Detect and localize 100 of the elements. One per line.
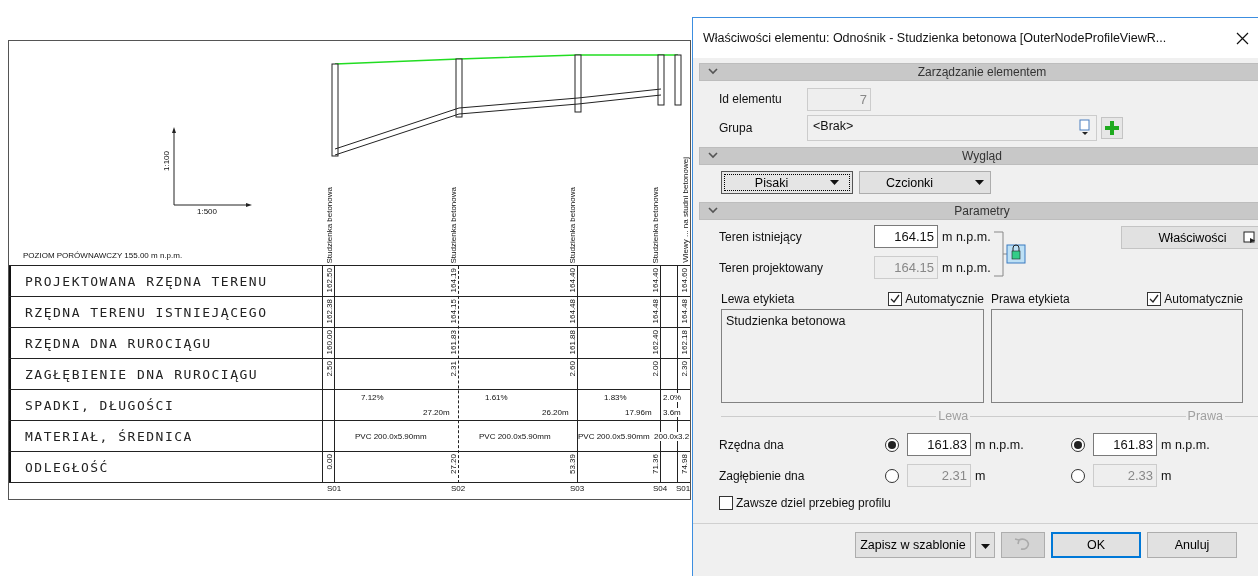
station-name: S04 xyxy=(653,484,668,493)
save-template-button[interactable]: Zapisz w szablonie xyxy=(855,532,971,558)
cancel-button[interactable]: Anuluj xyxy=(1147,532,1237,558)
station-name: S02 xyxy=(451,484,466,493)
plus-icon xyxy=(1104,120,1120,136)
station-value: 2.50 xyxy=(325,361,334,377)
column-legend: Prawa xyxy=(1187,409,1223,423)
row-label: ODLEGŁOŚĆ xyxy=(9,452,323,482)
dropdown-button[interactable]: Pisaki xyxy=(721,171,853,194)
column-legend: Lewa xyxy=(938,409,969,423)
chevron-icon xyxy=(708,152,718,160)
field-label: Id elementu xyxy=(719,92,783,106)
station-value: 164.60 xyxy=(680,268,689,293)
ok-button[interactable]: OK xyxy=(1051,532,1141,558)
value-field[interactable]: 161.83 xyxy=(907,433,971,456)
station-value: 164.48 xyxy=(651,299,660,324)
caret-icon xyxy=(975,180,985,185)
slope-text: 7.12% xyxy=(361,393,384,402)
row-label: MATERIAŁ, ŚREDNICA xyxy=(9,421,323,451)
station-label: Wlewy ... na studni betonowej xyxy=(681,157,690,263)
reference-level-text: POZIOM PORÓWNAWCZY 155.00 m n.p.m. xyxy=(23,251,183,260)
unit-text: m n.p.m. xyxy=(1161,437,1210,452)
station-label: Studzienka betonowa xyxy=(449,186,458,263)
station-value: 164.40 xyxy=(651,268,660,293)
label-title: Prawa etykieta xyxy=(991,292,1070,306)
station-value: 160.00 xyxy=(325,330,334,355)
close-icon[interactable] xyxy=(1236,31,1249,45)
label-title: Lewa etykieta xyxy=(721,292,795,306)
dropdown-button[interactable]: Czcionki xyxy=(859,171,991,194)
row-label: SPADKI, DŁUGOŚCI xyxy=(9,390,323,420)
label-text-area[interactable]: Studzienka betonowa xyxy=(721,309,984,403)
checkbox-label: Zawsze dziel przebieg profilu xyxy=(736,496,891,510)
station-label: Studzienka betonowa xyxy=(325,186,334,263)
unit-text: m n.p.m. xyxy=(942,229,991,244)
station-value: 71.36 xyxy=(651,454,660,475)
chevron-icon xyxy=(708,68,718,76)
value-field[interactable]: 161.83 xyxy=(1093,433,1157,456)
checkbox[interactable] xyxy=(719,496,733,510)
checkbox[interactable] xyxy=(888,292,903,306)
length-text: 3.6m xyxy=(663,408,681,417)
section-header[interactable]: Zarządzanie elementem xyxy=(699,63,1258,81)
station-value: 164.48 xyxy=(568,299,577,324)
window-title: Właściwości elementu: Odnośnik - Studzienka betonowa [OuterNodeProfileViewR... xyxy=(703,31,1167,45)
station-value: 2.31 xyxy=(449,361,458,377)
checkbox-label: Automatycznie xyxy=(1164,292,1243,306)
station-value: 161.83 xyxy=(449,330,458,355)
row-label: ZAGŁĘBIENIE DNA RUROCIĄGU xyxy=(9,359,323,389)
station-value: 162.40 xyxy=(651,330,660,355)
radio-button[interactable] xyxy=(885,468,899,483)
unit-text: m n.p.m. xyxy=(975,437,1024,452)
section-header[interactable]: Parametry xyxy=(699,202,1258,220)
station-value: 2.60 xyxy=(568,361,577,377)
terrain-field[interactable]: 164.15 xyxy=(874,225,938,248)
slope-text: 1.83% xyxy=(604,393,627,402)
unit-text: m n.p.m. xyxy=(942,260,991,275)
slope-text: 2.0% xyxy=(663,393,682,402)
station-value: 161.88 xyxy=(568,330,577,355)
group-combo[interactable]: <Brak> xyxy=(807,115,1097,141)
radio-button[interactable] xyxy=(1071,437,1085,452)
material-text: 200.0x3.2 xyxy=(654,432,690,441)
station-label: Studzienka betonowa xyxy=(651,186,660,263)
chevron-icon xyxy=(708,207,718,215)
caret-icon xyxy=(980,544,990,549)
station-value: 164.19 xyxy=(449,268,458,293)
checkbox[interactable] xyxy=(1147,292,1162,306)
scale-label: 1:500 xyxy=(197,207,218,216)
row-label: RZĘDNA TERENU ISTNIEJĄCEGO xyxy=(9,297,323,327)
station-value: 53.39 xyxy=(568,454,577,475)
station-value: 2.30 xyxy=(680,361,689,377)
station-value: 162.18 xyxy=(680,330,689,355)
station-label: Studzienka betonowa xyxy=(568,186,577,263)
station-value: 162.38 xyxy=(325,299,334,324)
radio-button[interactable] xyxy=(1071,468,1085,483)
station-value: 164.15 xyxy=(449,299,458,324)
field-label: Teren projektowany xyxy=(719,260,825,275)
station-value: 162.50 xyxy=(325,268,334,293)
station-value: 164.40 xyxy=(568,268,577,293)
caret-icon xyxy=(830,180,840,185)
radio-button[interactable] xyxy=(885,437,899,452)
scale-label: 1:100 xyxy=(162,151,171,172)
length-text: 17.96m xyxy=(625,408,652,417)
dropdown-button[interactable] xyxy=(975,532,995,558)
field-label: Zagłębienie dna xyxy=(719,468,806,483)
station-value: 0.00 xyxy=(325,454,334,470)
unit-text: m xyxy=(1161,468,1172,483)
row-label: PROJEKTOWANA RZĘDNA TERENU xyxy=(9,266,323,296)
field-label: Teren istniejący xyxy=(719,229,803,244)
station-value: 74.98 xyxy=(680,454,689,475)
station-name: S01 xyxy=(327,484,342,493)
length-text: 27.20m xyxy=(423,408,450,417)
checkbox-label: Automatycznie xyxy=(905,292,984,306)
document-icon xyxy=(1078,119,1092,137)
station-value: 2.00 xyxy=(651,361,660,377)
station-value: 27.20 xyxy=(449,454,458,475)
section-header[interactable]: Wygląd xyxy=(699,147,1258,165)
properties-button[interactable]: Właściwości xyxy=(1120,226,1258,249)
row-label: RZĘDNA DNA RUROCIĄGU xyxy=(9,328,323,358)
field-label: Rzędna dna xyxy=(719,437,785,452)
slope-text: 1.61% xyxy=(485,393,508,402)
station-name: S01 xyxy=(676,484,691,493)
